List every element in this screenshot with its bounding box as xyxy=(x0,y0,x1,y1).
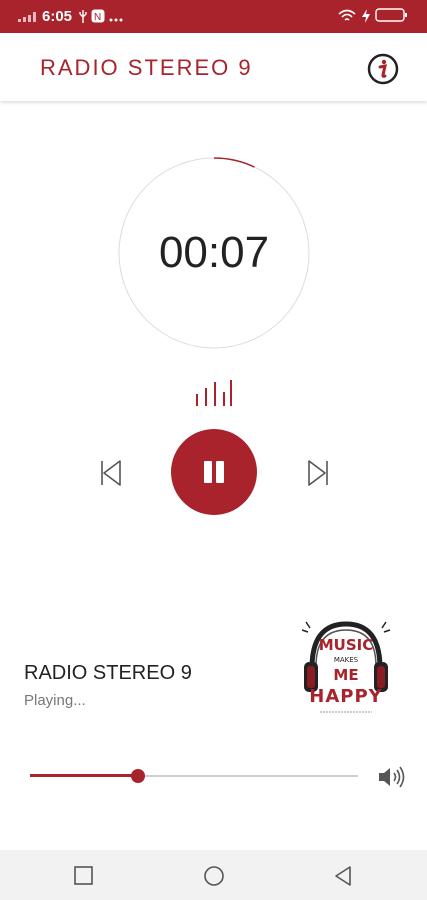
svg-text:MAKES: MAKES xyxy=(334,656,359,664)
system-icons xyxy=(338,7,409,28)
svg-text:N: N xyxy=(94,12,101,23)
wifi-icon xyxy=(338,9,356,21)
more-notifications-icon xyxy=(109,18,123,22)
playback-status: Playing... xyxy=(24,692,86,709)
status-bar: 6:05 N xyxy=(0,0,427,33)
signal-icon xyxy=(18,12,36,22)
svg-text:HAPPY: HAPPY xyxy=(309,686,382,707)
elapsed-timer: 00:07 xyxy=(117,156,311,350)
system-nav-bar xyxy=(0,850,427,900)
app-header: RADIO STEREO 9 xyxy=(0,33,427,101)
cover-art-image: MUSIC MAKES ME HAPPY xyxy=(301,621,391,713)
notification-icons: N xyxy=(78,9,123,26)
usb-icon xyxy=(79,10,87,23)
app-title: RADIO STEREO 9 xyxy=(40,55,253,80)
svg-text:MUSIC: MUSIC xyxy=(319,636,374,654)
volume-thumb[interactable] xyxy=(131,769,146,783)
elapsed-time: 00:07 xyxy=(158,228,270,277)
pause-icon-bar xyxy=(216,461,224,483)
station-name: RADIO STEREO 9 xyxy=(24,662,192,684)
skip-next-icon[interactable] xyxy=(303,458,333,488)
charging-icon xyxy=(361,9,370,23)
battery-icon xyxy=(375,8,407,22)
home-icon[interactable] xyxy=(201,863,227,889)
equalizer-icon xyxy=(196,380,232,406)
volume-fill xyxy=(30,774,139,777)
volume-icon[interactable] xyxy=(377,764,409,790)
app-notification-icon: N xyxy=(91,9,105,23)
skip-previous-icon[interactable] xyxy=(96,458,126,488)
volume-slider[interactable] xyxy=(30,766,360,786)
back-icon[interactable] xyxy=(330,863,356,889)
status-time: 6:05 xyxy=(42,8,73,25)
recent-apps-icon[interactable] xyxy=(71,863,97,889)
pause-icon xyxy=(204,461,212,483)
pause-button[interactable] xyxy=(171,429,257,515)
info-icon[interactable] xyxy=(367,53,399,85)
svg-text:ME: ME xyxy=(333,666,358,684)
